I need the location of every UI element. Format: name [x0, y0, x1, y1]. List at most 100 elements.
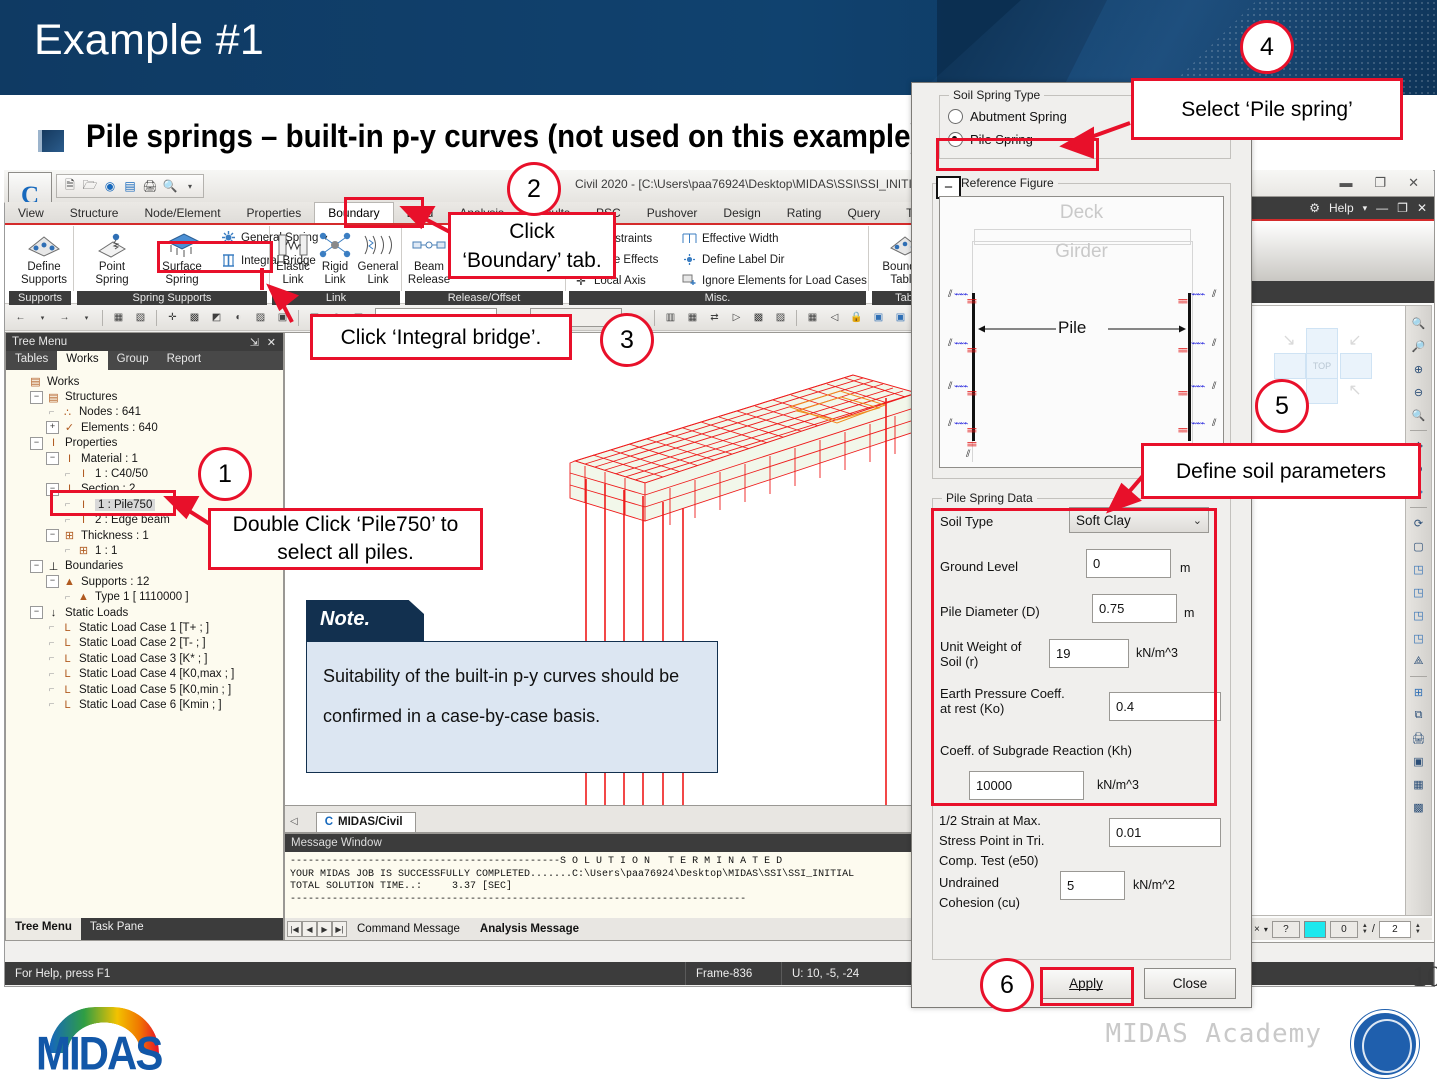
tree-menu-tabs[interactable]: Tables Works Group Report	[6, 351, 283, 370]
render-icon[interactable]: ▩	[749, 308, 768, 327]
ribbon-tab-design[interactable]: Design	[710, 203, 773, 224]
play-icon[interactable]: ▷	[727, 308, 746, 327]
tab-scroll-left-icon[interactable]: ◁	[290, 816, 298, 832]
tree-tab-group[interactable]: Group	[108, 351, 158, 370]
select-polygon-icon[interactable]: ▩	[185, 308, 204, 327]
print-icon[interactable]: 🖨	[142, 178, 158, 195]
restore-icon[interactable]: ❐	[1374, 175, 1386, 191]
help-tooltip-button[interactable]: ?	[1271, 920, 1300, 938]
secondary-window-titlebar[interactable]: ⚙ Help ▾ — ❐ ✕	[1249, 197, 1434, 219]
snap-icon[interactable]: 🔒	[847, 308, 866, 327]
ribbon-tab-structure[interactable]: Structure	[57, 203, 132, 224]
initial-view-icon[interactable]: ▢	[1409, 536, 1429, 556]
total-stage-value[interactable]: 2	[1378, 920, 1411, 938]
message-window-tabs[interactable]: |◀ ◀ ▶ ▶| Command Message Analysis Messa…	[285, 918, 919, 940]
effective-width-menuitem[interactable]: Effective Width	[681, 229, 867, 248]
radio-abutment-spring[interactable]: Abutment Spring	[948, 109, 1067, 124]
document-tab-midas-civil[interactable]: C MIDAS/Civil	[315, 812, 416, 832]
view-top-cell[interactable]: TOP	[1306, 353, 1338, 379]
minimize-icon[interactable]: ▬	[1339, 175, 1352, 191]
display-icon[interactable]: ▥	[661, 308, 680, 327]
select-plane-icon[interactable]: ▨	[251, 308, 270, 327]
zoom-dynamic-icon[interactable]: 🔎	[1409, 336, 1429, 356]
view-bottom-bar[interactable]: × ▾ ? 0 ▲ ▼ / 2 ▲ ▼	[1251, 918, 1432, 940]
surface-spring-button[interactable]: Surface Spring	[147, 226, 217, 287]
close-icon[interactable]: ✕	[1417, 201, 1427, 215]
first-message-icon[interactable]: |◀	[287, 921, 302, 937]
restore-icon[interactable]: ❐	[1397, 201, 1408, 215]
sort-icon[interactable]: ⇄	[705, 308, 724, 327]
open-recent-icon[interactable]: ◉	[102, 178, 118, 195]
point-grid-icon[interactable]: ◁	[825, 308, 844, 327]
select-volume-icon[interactable]: ▣	[273, 308, 292, 327]
view-back-cell[interactable]	[1306, 328, 1338, 354]
tree-node-works[interactable]: ▤ Works	[10, 374, 283, 389]
expand-toggle[interactable]: +	[46, 421, 59, 435]
radio-pile-spring[interactable]: Pile Spring	[948, 132, 1033, 147]
refresh-icon[interactable]: ⟳	[1409, 513, 1429, 533]
select-all-icon[interactable]: ◐	[229, 308, 248, 327]
undo-dropdown-icon[interactable]: ▾	[33, 308, 52, 327]
view-southeast-icon[interactable]: ↘	[1274, 328, 1304, 352]
ribbon-tab-boundary[interactable]: Boundary	[314, 202, 394, 224]
collapse-toggle[interactable]: −	[30, 559, 43, 573]
front-view-icon[interactable]: ◳	[1409, 582, 1429, 602]
tree-bottom-tab-task-pane[interactable]: Task Pane	[81, 918, 153, 940]
radio-icon[interactable]	[948, 109, 963, 124]
last-message-icon[interactable]: ▶|	[332, 921, 347, 937]
print-view-icon[interactable]: 🖨	[1409, 728, 1429, 748]
elastic-link-button[interactable]: Elastic Link	[272, 226, 314, 287]
perspective-icon[interactable]: ⟁	[1409, 651, 1429, 671]
collapse-toggle[interactable]: −	[46, 482, 59, 496]
redo-icon[interactable]: →	[55, 308, 74, 327]
view-vertical-toolbar[interactable]: 🔍 🔎 ⊕ ⊖ 🔍 ✥ ↻ ✥ ⟳ ▢ ◳ ◳ ◳ ◳ ⟁ ⊞ ⧉ 🖨 ▣ ▦ …	[1405, 305, 1432, 916]
apply-button[interactable]: Apply	[1040, 968, 1132, 999]
tree-node-load-case-3[interactable]: ⌐ L Static Load Case 3 [K* ; ]	[10, 651, 283, 666]
view-left-cell[interactable]	[1274, 353, 1306, 379]
zoom-fit-icon[interactable]: 🔍	[1409, 405, 1429, 425]
top-view-icon[interactable]: ◳	[1409, 605, 1429, 625]
tree-node-properties[interactable]: − I Properties	[10, 436, 283, 451]
chevron-down-icon[interactable]: ▾	[1264, 925, 1268, 934]
close-icon[interactable]: ✕	[267, 334, 276, 352]
ignore-elements-menuitem[interactable]: Ignore Elements for Load Cases	[681, 271, 867, 290]
chevron-down-icon[interactable]: ⌄	[1193, 514, 1202, 527]
soil-type-select[interactable]: Soft Clay ⌄	[1069, 507, 1209, 533]
subgrade-reaction-input[interactable]: 10000	[969, 771, 1084, 800]
right-view-icon[interactable]: ◳	[1409, 628, 1429, 648]
new-window-icon[interactable]: ⊞	[1409, 682, 1429, 702]
general-link-button[interactable]: General Link	[356, 226, 400, 287]
ribbon-tab-pushover[interactable]: Pushover	[634, 203, 711, 224]
tree-tab-report[interactable]: Report	[158, 351, 211, 370]
chevron-down-icon[interactable]: ▾	[1363, 203, 1368, 214]
collapse-toggle[interactable]: −	[46, 529, 59, 543]
ribbon-tab-query[interactable]: Query	[834, 203, 893, 224]
message-tab-analysis[interactable]: Analysis Message	[470, 921, 589, 937]
undrained-cohesion-input[interactable]: 5	[1060, 871, 1125, 900]
tree-node-structures[interactable]: − ▤ Structures	[10, 389, 283, 404]
view-right-cell[interactable]	[1340, 353, 1372, 379]
select-single-icon[interactable]: ✛	[163, 308, 182, 327]
help-label-2[interactable]: Help	[1329, 201, 1354, 215]
beam-release-button[interactable]: Beam Release	[405, 226, 453, 287]
copy-view-icon[interactable]: ⧉	[1409, 705, 1429, 725]
screen-icon[interactable]: ▣	[869, 308, 888, 327]
tree-node-elements[interactable]: + ✓ Elements : 640	[10, 420, 283, 435]
prev-message-icon[interactable]: ◀	[302, 921, 317, 937]
collapse-toggle[interactable]: −	[30, 606, 43, 620]
tree-node-nodes[interactable]: ⌐ ∴ Nodes : 641	[10, 405, 283, 420]
collapse-toggle[interactable]: −	[30, 390, 43, 404]
define-label-dir-menuitem[interactable]: Define Label Dir	[681, 250, 867, 269]
tree-node-load-case-2[interactable]: ⌐ L Static Load Case 2 [T- ; ]	[10, 636, 283, 651]
zoom-in-icon[interactable]: ⊕	[1409, 359, 1429, 379]
screen2-icon[interactable]: ▣	[891, 308, 910, 327]
tree-node-static-loads[interactable]: − ↓ Static Loads	[10, 605, 283, 620]
radio-selected-icon[interactable]	[948, 132, 963, 147]
earth-pressure-input[interactable]: 0.4	[1109, 692, 1221, 721]
total-stepper[interactable]: ▲ ▼	[1415, 923, 1421, 935]
chevron-down-icon[interactable]: ▾	[182, 178, 198, 195]
zoom-window-icon[interactable]: 🔍	[1409, 313, 1429, 333]
view-front-cell[interactable]	[1306, 378, 1338, 404]
strain-e50-input[interactable]: 0.01	[1109, 818, 1221, 847]
current-stage-value[interactable]: 0	[1329, 920, 1358, 938]
